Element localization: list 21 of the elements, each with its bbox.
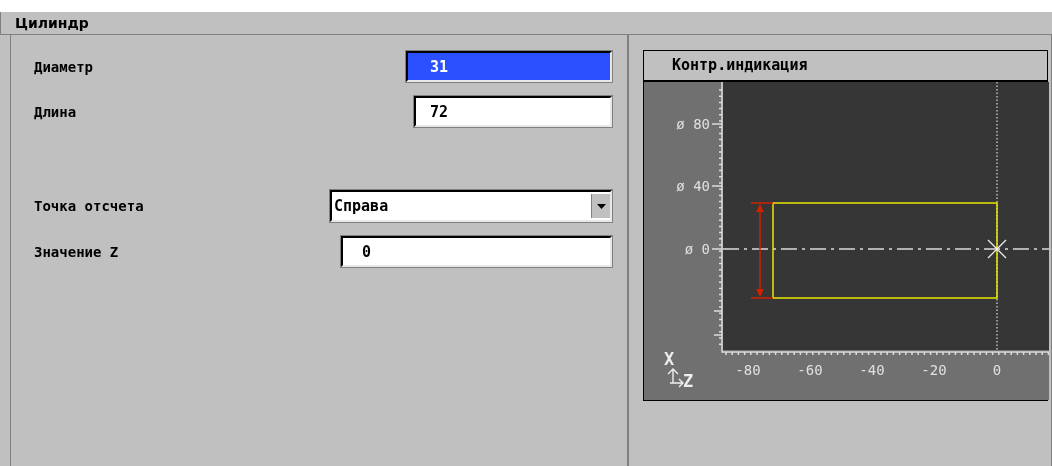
dropdown[interactable]: Справа <box>330 190 612 222</box>
axis-name: X <box>664 349 675 369</box>
axis-label: -80 <box>735 362 761 378</box>
input-field[interactable]: 72 <box>414 96 612 127</box>
input-field[interactable]: 0 <box>341 236 612 267</box>
axis-label: -20 <box>921 362 947 378</box>
axis-label: ø 0 <box>684 241 710 257</box>
axis-label: ø 40 <box>676 178 710 194</box>
field-label: Точка отсчета <box>34 198 144 214</box>
input-field[interactable]: 31 <box>406 51 612 82</box>
field-label: Диаметр <box>34 58 93 75</box>
axis-label: -40 <box>859 362 885 378</box>
field-label: Длина <box>34 103 77 120</box>
origin-cross-icon <box>987 239 1007 259</box>
window-title: Цилиндр <box>15 15 89 31</box>
field-label: Значение Z <box>34 243 119 260</box>
axis-label: ø 80 <box>676 116 710 132</box>
axis-label: -60 <box>797 362 823 378</box>
axis-arrows-icon <box>667 368 684 388</box>
axis-name: Z <box>683 371 694 391</box>
axis-label: 0 <box>992 362 1002 378</box>
